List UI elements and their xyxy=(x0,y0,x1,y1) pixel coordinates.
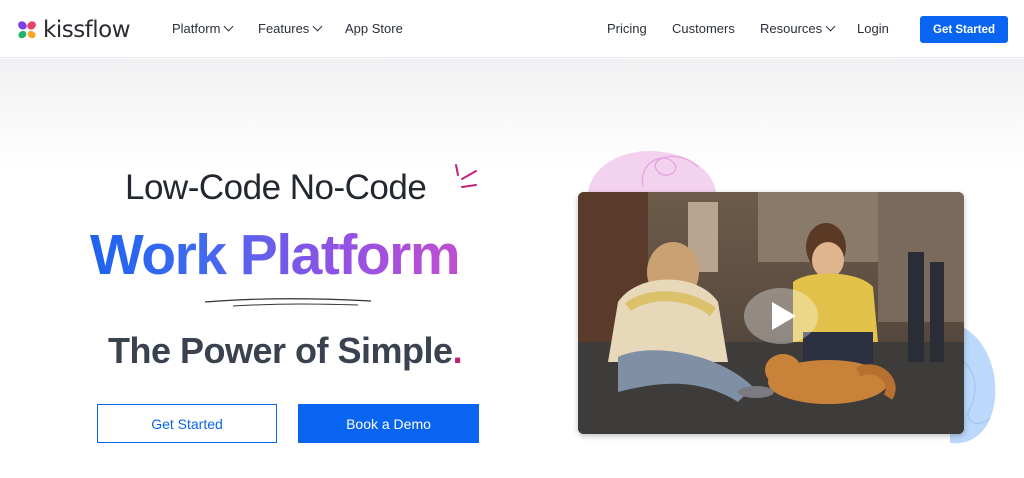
hero-subheadline: Low-Code No-Code xyxy=(125,168,427,207)
nav-features-label: Features xyxy=(258,21,310,36)
logo-wordmark: kissflow xyxy=(43,17,131,43)
nav-customers[interactable]: Customers xyxy=(672,21,735,36)
nav-pricing[interactable]: Pricing xyxy=(607,21,647,36)
tagline-dot: . xyxy=(452,330,463,371)
chevron-down-icon xyxy=(223,21,234,32)
tagline-text: The Power of Simple xyxy=(108,330,453,371)
book-a-demo-button[interactable]: Book a Demo xyxy=(298,404,479,443)
nav-app-store[interactable]: App Store xyxy=(345,21,403,36)
nav-app-store-label: App Store xyxy=(345,21,403,36)
underline-scribble-decoration xyxy=(204,298,372,307)
hero-tagline: The Power of Simple. xyxy=(108,330,463,372)
nav-resources[interactable]: Resources xyxy=(760,21,836,36)
nav-login[interactable]: Login xyxy=(857,21,889,36)
get-started-nav-button[interactable]: Get Started xyxy=(920,16,1008,43)
sparkle-accent-icon xyxy=(455,164,477,188)
hero-video-thumbnail[interactable] xyxy=(578,192,964,434)
hero-background xyxy=(0,59,1024,169)
nav-platform-label: Platform xyxy=(172,21,221,36)
chevron-down-icon xyxy=(825,21,836,32)
nav-pricing-label: Pricing xyxy=(607,21,647,36)
nav-login-label: Login xyxy=(857,21,889,36)
get-started-button[interactable]: Get Started xyxy=(97,404,277,443)
nav-resources-label: Resources xyxy=(760,21,823,36)
hero-headline: Work Platform xyxy=(90,223,461,287)
pink-blob-decoration xyxy=(588,151,716,192)
nav-customers-label: Customers xyxy=(672,21,735,36)
butterfly-logo-icon xyxy=(18,21,36,39)
nav-platform[interactable]: Platform xyxy=(172,21,234,36)
kissflow-logo[interactable]: kissflow xyxy=(16,17,131,43)
chevron-down-icon xyxy=(312,21,323,32)
play-icon[interactable] xyxy=(744,288,818,344)
top-navigation-bar: kissflow Platform Features App Store Pri… xyxy=(0,0,1024,58)
nav-features[interactable]: Features xyxy=(258,21,323,36)
